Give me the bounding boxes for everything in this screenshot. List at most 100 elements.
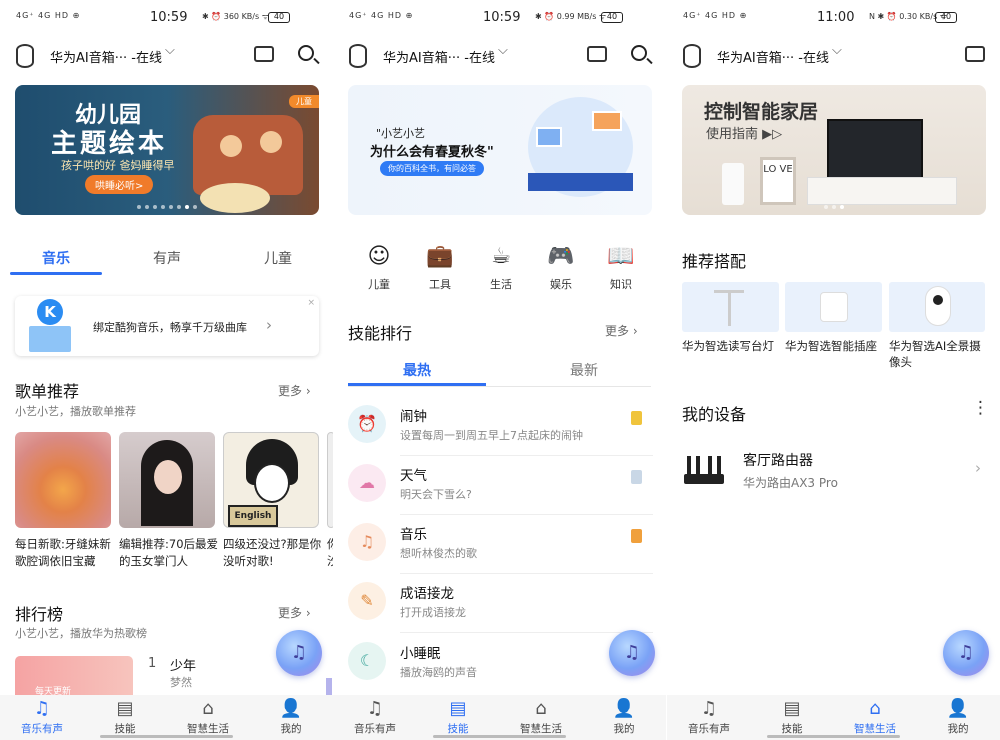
category-children[interactable]: ☺ 儿童 xyxy=(354,244,404,292)
banner-pill: 你的百科全书，有问必答 xyxy=(380,161,484,176)
playlist-caption[interactable]: 四级还没过?那是你没听对歌! xyxy=(223,536,323,570)
search-icon[interactable] xyxy=(631,45,647,61)
smart-home-icon: ⌂ xyxy=(869,698,881,719)
kugou-bind-card[interactable]: K 绑定酷狗音乐，畅享千万级曲库 › × xyxy=(15,296,319,356)
voice-assistant-button[interactable]: ♫ xyxy=(609,630,655,676)
chat-icon[interactable] xyxy=(965,42,989,62)
encyclopedia-banner[interactable]: "小艺小艺 为什么会有春夏秋冬" 你的百科全书，有问必答 xyxy=(348,85,652,215)
status-time: 11:00 xyxy=(817,10,855,25)
skill-ranking-more-link[interactable]: 更多 › xyxy=(605,322,638,339)
device-model: 华为路由AX3 Pro xyxy=(743,476,838,490)
music-note-icon: ♫ xyxy=(33,698,51,719)
skill-description: 打开成语接龙 xyxy=(400,606,466,619)
playlist-cover[interactable] xyxy=(119,432,215,528)
product-name[interactable]: 华为智选读写台灯 xyxy=(682,338,782,354)
search-icon[interactable] xyxy=(298,45,314,61)
music-note-icon: ♫ xyxy=(700,698,718,719)
music-note-icon: ♫ xyxy=(366,698,384,719)
gift-box-icon xyxy=(29,326,71,352)
banner-title: 为什么会有春夏秋冬" xyxy=(370,145,494,160)
tab-newest[interactable]: 最新 xyxy=(570,360,598,380)
tab-divider xyxy=(348,386,651,387)
category-tabs: 音乐 有声 儿童 xyxy=(0,240,333,276)
product-card-lamp[interactable] xyxy=(682,282,779,332)
voice-assistant-button[interactable]: ♫ xyxy=(943,630,989,676)
ranking-cover[interactable]: 每天更新 xyxy=(15,656,133,697)
nav-me[interactable]: 👤 我的 xyxy=(916,699,1000,736)
skill-description: 设置每周一到周五早上7点起床的闹钟 xyxy=(400,429,583,442)
skill-row-music[interactable]: ♫ 音乐 想听林俊杰的歌 xyxy=(333,523,666,582)
playlist-caption[interactable]: 每日新歌:牙缝妹新歌腔调依旧宝藏 xyxy=(15,536,115,570)
tab-children[interactable]: 儿童 xyxy=(264,248,292,268)
playlist-caption[interactable]: 编辑推荐:70后最爱的玉女掌门人 xyxy=(119,536,219,570)
music-note-icon: ♫ xyxy=(348,523,386,561)
category-knowledge[interactable]: 📖 知识 xyxy=(596,244,646,292)
smart-home-icon: ⌂ xyxy=(535,698,547,719)
chevron-down-icon[interactable]: ⌵ xyxy=(498,43,508,58)
device-selector[interactable]: 华为AI音箱··· -在线 xyxy=(383,47,495,66)
category-life[interactable]: ☕ 生活 xyxy=(476,244,526,292)
skill-row-alarm[interactable]: ⏰ 闹钟 设置每周一到周五早上7点起床的闹钟 xyxy=(333,405,666,464)
nav-skills[interactable]: ▤ 技能 xyxy=(750,699,834,736)
portrait-face xyxy=(154,460,182,494)
picture-book-banner[interactable]: 幼儿园 主题绘本 孩子哄的好 爸妈睡得早 哄睡必听> 儿童 xyxy=(15,85,319,215)
nav-smart-life[interactable]: ⌂ 智慧生活 xyxy=(166,699,250,736)
bottom-nav: ♫ 音乐有声 ▤ 技能 ⌂ 智慧生活 👤 我的 xyxy=(667,695,1000,740)
nav-skills[interactable]: ▤ 技能 xyxy=(83,699,167,736)
nav-skills[interactable]: ▤ 技能 xyxy=(416,699,500,736)
ranking-section-subtitle: 小艺小艺，播放华为热歌榜 xyxy=(15,627,147,640)
more-options-icon[interactable]: ⋮ xyxy=(972,398,989,418)
product-card-socket[interactable] xyxy=(785,282,882,332)
chevron-down-icon[interactable]: ⌵ xyxy=(832,43,842,58)
skill-row-idiom[interactable]: ✎ 成语接龙 打开成语接龙 xyxy=(333,582,666,641)
status-bar: 4G⁺ 4G HD ⊕ 10:59 ✱ ⏰ 360 KB/s ᯤ 40 xyxy=(0,8,333,30)
skill-description: 明天会下雪么? xyxy=(400,488,472,501)
skill-description: 想听林俊杰的歌 xyxy=(400,547,477,560)
tab-audio[interactable]: 有声 xyxy=(153,248,181,268)
bottom-nav: ♫ 音乐有声 ▤ 技能 ⌂ 智慧生活 👤 我的 xyxy=(0,695,333,740)
nav-music-audio[interactable]: ♫ 音乐有声 xyxy=(0,699,84,736)
banner-listen-button[interactable]: 哄睡必听> xyxy=(85,175,154,194)
nav-music-audio[interactable]: ♫ 音乐有声 xyxy=(333,699,417,736)
close-icon[interactable]: × xyxy=(307,298,315,308)
rank-number: 1 xyxy=(148,656,157,671)
status-bar: 4G⁺ 4G HD ⊕ 10:59 ✱ ⏰ 0.99 MB/s ᯤ 40 xyxy=(333,8,666,30)
tab-hottest[interactable]: 最热 xyxy=(403,360,431,380)
child-face-icon: ☺ xyxy=(367,244,391,269)
ranking-more-link[interactable]: 更多 › xyxy=(278,604,311,621)
chat-icon[interactable] xyxy=(587,42,611,62)
chat-icon[interactable] xyxy=(254,42,278,62)
playlist-cover[interactable] xyxy=(15,432,111,528)
recommend-section-title: 推荐搭配 xyxy=(682,252,747,271)
nav-smart-life[interactable]: ⌂ 智慧生活 xyxy=(499,699,583,736)
product-name[interactable]: 华为智选AI全景摄像头 xyxy=(889,338,989,370)
product-card-camera[interactable] xyxy=(889,282,985,332)
smart-home-guide-banner[interactable]: 控制智能家居 使用指南 ▶▷ LO VE xyxy=(682,85,986,215)
weather-icon: ☁ xyxy=(348,464,386,502)
rank-song-title[interactable]: 少年 xyxy=(170,655,196,674)
user-icon: 👤 xyxy=(946,698,970,719)
device-selector[interactable]: 华为AI音箱··· -在线 xyxy=(50,47,162,66)
nav-me[interactable]: 👤 我的 xyxy=(249,699,333,736)
home-indicator xyxy=(433,735,566,738)
nav-me[interactable]: 👤 我的 xyxy=(582,699,666,736)
playlist-cover[interactable]: English xyxy=(223,432,319,528)
playlist-more-link[interactable]: 更多 › xyxy=(278,382,311,399)
battery-icon: 40 xyxy=(935,12,957,23)
tab-music[interactable]: 音乐 xyxy=(42,248,70,268)
device-selector[interactable]: 华为AI音箱··· -在线 xyxy=(717,47,829,66)
battery-icon: 40 xyxy=(601,12,623,23)
nav-smart-life[interactable]: ⌂ 智慧生活 xyxy=(833,699,917,736)
signal-icons: 4G⁺ 4G HD ⊕ xyxy=(683,11,748,20)
product-name[interactable]: 华为智选智能插座 xyxy=(785,338,885,354)
moon-icon: ☾ xyxy=(348,642,386,680)
voice-assistant-button[interactable]: ♫ xyxy=(276,630,322,676)
category-tools[interactable]: 💼 工具 xyxy=(415,244,465,292)
category-entertainment[interactable]: 🎮 娱乐 xyxy=(536,244,586,292)
skill-row-weather[interactable]: ☁ 天气 明天会下雪么? xyxy=(333,464,666,523)
chevron-down-icon[interactable]: ⌵ xyxy=(165,43,175,58)
carousel-dots xyxy=(15,205,319,209)
desk-illustration xyxy=(528,173,633,191)
nav-music-audio[interactable]: ♫ 音乐有声 xyxy=(667,699,751,736)
speaker-icon xyxy=(349,44,367,68)
